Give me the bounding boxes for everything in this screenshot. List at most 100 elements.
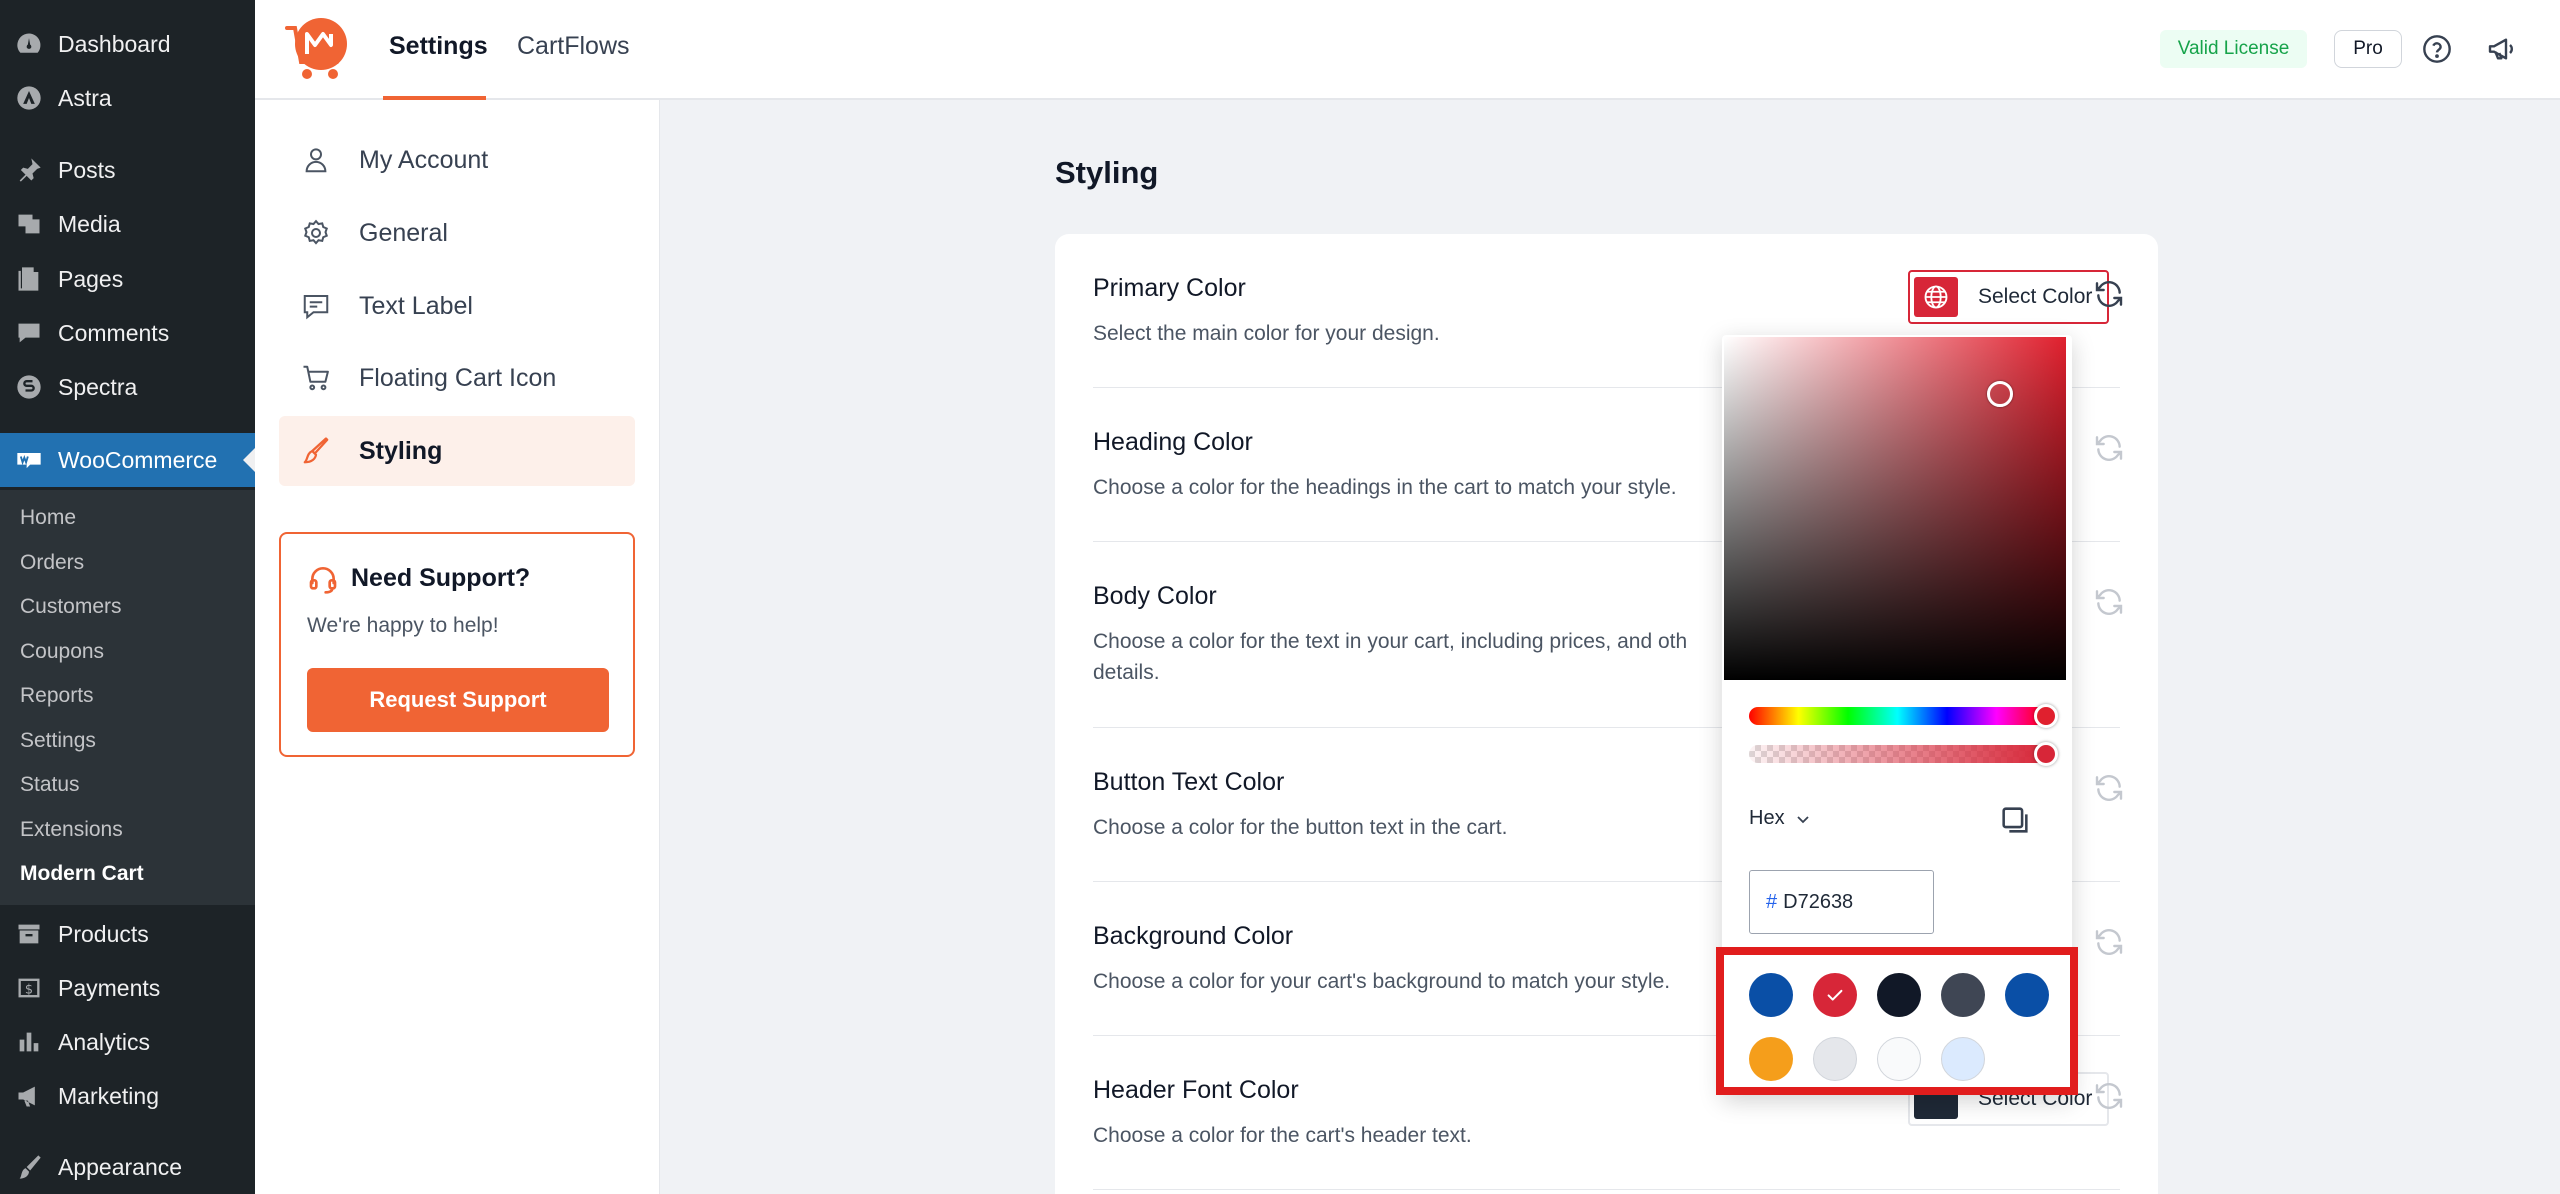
wp-menu-spectra[interactable]: Spectra <box>0 360 255 414</box>
preset-swatch[interactable] <box>1813 1037 1857 1081</box>
reset-icon[interactable] <box>2093 1080 2127 1114</box>
row-description: Choose a color for the cart's header tex… <box>1093 1124 1472 1147</box>
row-description: Choose a color for the button text in th… <box>1093 816 1508 839</box>
hue-slider[interactable] <box>1749 704 2058 728</box>
request-support-button[interactable]: Request Support <box>307 668 609 732</box>
app-header: Settings CartFlows Valid License Pro <box>255 0 2560 100</box>
pin-icon <box>14 155 44 185</box>
tab-settings[interactable]: Settings <box>389 32 488 61</box>
wp-menu-posts[interactable]: Posts <box>0 143 255 197</box>
preset-swatch[interactable] <box>1941 1037 1985 1081</box>
color-picker-popover: Hex # <box>1716 335 2078 1095</box>
hex-hash-label: # <box>1766 890 1778 913</box>
cart-icon <box>299 361 333 395</box>
nav-my-account[interactable]: My Account <box>279 125 635 195</box>
alpha-slider[interactable] <box>1749 742 2058 766</box>
woocommerce-submenu: Home Orders Customers Coupons Reports Se… <box>0 490 255 905</box>
row-title: Body Color <box>1093 582 1217 610</box>
preset-swatch[interactable] <box>1941 973 1985 1017</box>
reset-icon[interactable] <box>2093 586 2127 620</box>
wp-menu-dashboard[interactable]: Dashboard <box>0 17 255 71</box>
megaphone-icon <box>14 1081 44 1111</box>
row-title: Heading Color <box>1093 428 1253 456</box>
comment-icon <box>14 318 44 348</box>
wp-menu-woocommerce[interactable]: WooCommerce <box>0 433 255 487</box>
announcement-icon[interactable] <box>2486 33 2518 65</box>
select-color-label: Select Color <box>1978 285 2093 308</box>
saturation-area[interactable] <box>1724 337 2066 680</box>
page-title: Styling <box>1055 155 1159 190</box>
primary-select-color-button[interactable]: Select Color <box>1908 270 2109 324</box>
nav-item-label: Text Label <box>359 291 473 320</box>
woocommerce-icon <box>14 445 44 475</box>
nav-item-label: My Account <box>359 145 489 174</box>
wp-menu-payments[interactable]: $ Payments <box>0 961 255 1015</box>
reset-icon[interactable] <box>2093 432 2127 466</box>
checkmark-icon <box>1827 989 1843 1001</box>
reset-icon[interactable] <box>2093 278 2127 312</box>
wp-menu-pages[interactable]: Pages <box>0 252 255 306</box>
preset-swatch-selected[interactable] <box>1813 973 1857 1017</box>
preset-swatch[interactable] <box>2005 973 2049 1017</box>
nav-text-label[interactable]: Text Label <box>279 271 635 341</box>
hex-input[interactable] <box>1783 890 1924 914</box>
settings-sidebar: My Account General Text Label Floating C… <box>255 100 660 1194</box>
alpha-slider-thumb[interactable] <box>2034 742 2058 766</box>
color-format-select[interactable]: Hex <box>1749 807 1811 830</box>
nav-item-label: Floating Cart Icon <box>359 363 557 392</box>
submenu-status[interactable]: Status <box>20 773 80 797</box>
nav-floating-cart-icon[interactable]: Floating Cart Icon <box>279 343 635 413</box>
submenu-settings[interactable]: Settings <box>20 729 96 753</box>
pages-icon <box>14 264 44 294</box>
row-title: Primary Color <box>1093 274 1246 302</box>
wp-menu-products[interactable]: Products <box>0 907 255 961</box>
reset-icon[interactable] <box>2093 772 2127 806</box>
wp-menu-appearance[interactable]: Appearance <box>0 1140 255 1194</box>
preset-swatch[interactable] <box>1749 1037 1793 1081</box>
wp-menu-label: Appearance <box>58 1153 183 1180</box>
headset-icon <box>307 563 339 595</box>
wp-menu-marketing[interactable]: Marketing <box>0 1069 255 1123</box>
svg-text:$: $ <box>25 982 33 997</box>
support-card: Need Support? We're happy to help! Reque… <box>279 532 635 757</box>
submenu-extensions[interactable]: Extensions <box>20 818 123 842</box>
valid-license-badge: Valid License <box>2160 30 2307 68</box>
submenu-home[interactable]: Home <box>20 506 76 530</box>
copy-icon[interactable] <box>1998 803 2032 837</box>
wp-menu-analytics[interactable]: Analytics <box>0 1015 255 1069</box>
wp-menu-label: Comments <box>58 319 170 346</box>
wp-menu-label: Payments <box>58 974 161 1001</box>
preset-swatch[interactable] <box>1877 1037 1921 1081</box>
hue-slider-thumb[interactable] <box>2034 704 2058 728</box>
nav-general[interactable]: General <box>279 198 635 268</box>
submenu-orders[interactable]: Orders <box>20 551 84 575</box>
pro-badge: Pro <box>2334 30 2402 68</box>
nav-styling[interactable]: Styling <box>279 416 635 486</box>
row-description: Choose a color for your cart's backgroun… <box>1093 970 1671 993</box>
row-description: Choose a color for the headings in the c… <box>1093 476 1677 499</box>
wp-admin-sidebar: Dashboard Astra Posts Media Pages Commen… <box>0 0 255 1194</box>
wp-menu-label: Media <box>58 210 121 237</box>
preset-swatch[interactable] <box>1877 973 1921 1017</box>
wp-menu-label: Spectra <box>58 373 138 400</box>
submenu-customers[interactable]: Customers <box>20 595 122 619</box>
nav-item-label: Styling <box>359 436 443 465</box>
saturation-handle[interactable] <box>1987 381 2013 407</box>
wp-menu-astra[interactable]: Astra <box>0 71 255 125</box>
reset-icon[interactable] <box>2093 926 2127 960</box>
paintbrush-icon <box>299 434 333 468</box>
preset-swatch[interactable] <box>1749 973 1793 1017</box>
submenu-reports[interactable]: Reports <box>20 684 94 708</box>
wp-menu-comments[interactable]: Comments <box>0 306 255 360</box>
wp-menu-label: Marketing <box>58 1082 159 1109</box>
wp-menu-media[interactable]: Media <box>0 197 255 251</box>
help-icon[interactable] <box>2421 33 2453 65</box>
submenu-modern-cart[interactable]: Modern Cart <box>20 862 144 886</box>
globe-icon <box>1914 277 1958 317</box>
modern-cart-logo <box>283 14 353 84</box>
submenu-coupons[interactable]: Coupons <box>20 640 104 664</box>
row-title: Header Font Color <box>1093 1076 1299 1104</box>
hex-input-field[interactable]: # <box>1749 870 1934 934</box>
tab-cartflows[interactable]: CartFlows <box>517 32 630 61</box>
row-title: Background Color <box>1093 922 1294 950</box>
